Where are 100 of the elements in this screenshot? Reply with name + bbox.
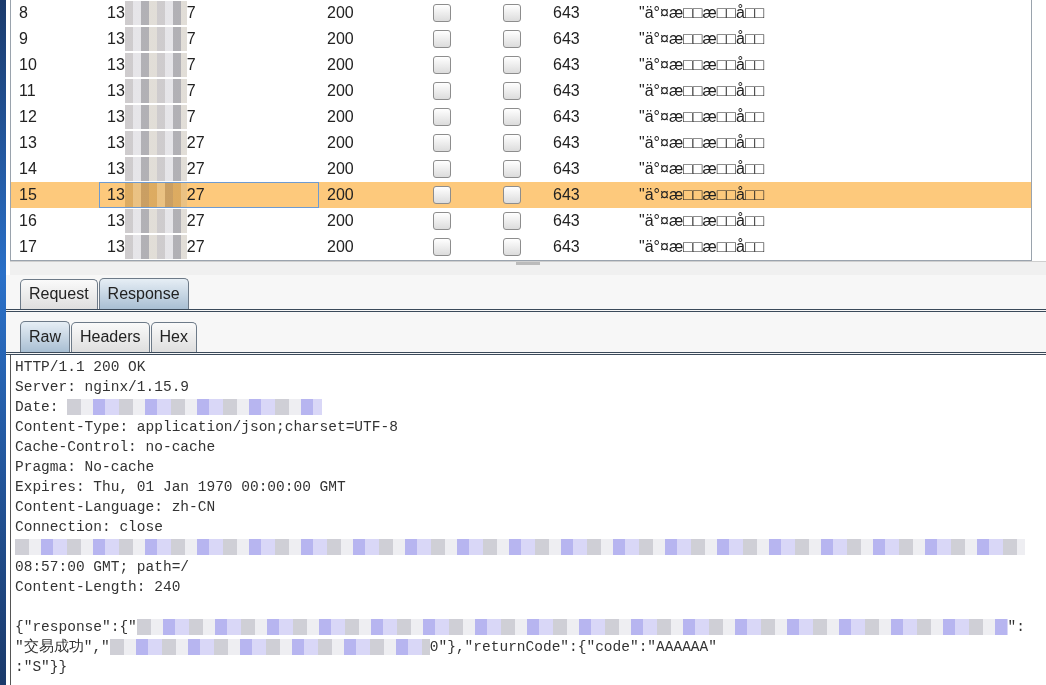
view-tab[interactable]: Hex bbox=[150, 322, 197, 352]
response-text: Pragma: No-cache bbox=[15, 458, 155, 477]
checkbox[interactable] bbox=[433, 4, 451, 22]
text-cell-text: "ä°¤æ□□æ□□å□□ bbox=[638, 211, 766, 231]
length-cell-text: 643 bbox=[552, 159, 581, 179]
checkbox[interactable] bbox=[503, 186, 521, 204]
response-text: Connection: close bbox=[15, 518, 163, 537]
index-cell-text: 12 bbox=[18, 107, 38, 127]
result-row[interactable]: 8 13 7 200 643 "ä°¤æ□□æ□□å□□ bbox=[11, 0, 1031, 26]
response-text: HTTP/1.1 200 OK bbox=[15, 358, 146, 377]
status-cell-text: 200 bbox=[326, 29, 355, 49]
length-cell-text: 643 bbox=[552, 237, 581, 257]
result-row[interactable]: 15 13 27 200 643 "ä°¤æ□□æ□□å□□ bbox=[11, 182, 1031, 208]
response-text: 08:57:00 GMT; path=/ bbox=[15, 558, 190, 577]
index-cell-text: 14 bbox=[18, 159, 38, 179]
length-cell-text: 643 bbox=[552, 3, 581, 23]
length-cell-text: 643 bbox=[552, 81, 581, 101]
checkbox[interactable] bbox=[433, 186, 451, 204]
status-cell-text: 200 bbox=[326, 81, 355, 101]
length-cell-text: 643 bbox=[552, 29, 581, 49]
response-text: :"S"}} bbox=[15, 658, 68, 677]
response-text: {"response":{" bbox=[15, 618, 137, 637]
text-cell-text: "ä°¤æ□□æ□□å□□ bbox=[638, 237, 766, 257]
text-cell-text: "ä°¤æ□□æ□□å□□ bbox=[638, 133, 766, 153]
index-cell-text: 17 bbox=[18, 237, 38, 257]
response-text: Cache-Control: no-cache bbox=[15, 438, 216, 457]
status-cell-text: 200 bbox=[326, 159, 355, 179]
payload-cell: 13 7 bbox=[99, 52, 319, 78]
payload-cell: 13 27 bbox=[99, 130, 319, 156]
payload-cell: 13 7 bbox=[99, 0, 319, 26]
length-cell-text: 643 bbox=[552, 107, 581, 127]
checkbox[interactable] bbox=[433, 134, 451, 152]
result-row[interactable]: 9 13 7 200 643 "ä°¤æ□□æ□□å□□ bbox=[11, 26, 1031, 52]
response-text: Content-Length: 240 bbox=[15, 578, 181, 597]
result-row[interactable]: 11 13 7 200 643 "ä°¤æ□□æ□□å□□ bbox=[11, 78, 1031, 104]
checkbox[interactable] bbox=[433, 82, 451, 100]
view-tab[interactable]: Headers bbox=[71, 322, 150, 352]
text-cell-text: "ä°¤æ□□æ□□å□□ bbox=[638, 81, 766, 101]
status-cell-text: 200 bbox=[326, 107, 355, 127]
payload-cell: 13 27 bbox=[99, 234, 319, 260]
checkbox[interactable] bbox=[503, 82, 521, 100]
result-row[interactable]: 16 13 27 200 643 "ä°¤æ□□æ□□å□□ bbox=[11, 208, 1031, 234]
result-row[interactable]: 12 13 7 200 643 "ä°¤æ□□æ□□å□□ bbox=[11, 104, 1031, 130]
length-cell-text: 643 bbox=[552, 211, 581, 231]
checkbox[interactable] bbox=[433, 108, 451, 126]
index-cell-text: 9 bbox=[18, 29, 29, 49]
status-cell-text: 200 bbox=[326, 3, 355, 23]
status-cell-text: 200 bbox=[326, 237, 355, 257]
checkbox[interactable] bbox=[503, 108, 521, 126]
index-cell-text: 11 bbox=[18, 81, 37, 101]
response-text: Server: nginx/1.15.9 bbox=[15, 378, 190, 397]
status-cell-text: 200 bbox=[326, 55, 355, 75]
result-row[interactable]: 14 13 27 200 643 "ä°¤æ□□æ□□å□□ bbox=[11, 156, 1031, 182]
status-cell-text: 200 bbox=[326, 133, 355, 153]
payload-cell: 13 7 bbox=[99, 78, 319, 104]
checkbox[interactable] bbox=[433, 56, 451, 74]
status-cell-text: 200 bbox=[326, 211, 355, 231]
checkbox[interactable] bbox=[503, 134, 521, 152]
checkbox[interactable] bbox=[503, 56, 521, 74]
message-tab[interactable]: Response bbox=[98, 278, 189, 309]
result-row[interactable]: 13 13 27 200 643 "ä°¤æ□□æ□□å□□ bbox=[11, 130, 1031, 156]
payload-cell: 13 7 bbox=[99, 26, 319, 52]
index-cell-text: 15 bbox=[18, 185, 38, 205]
checkbox[interactable] bbox=[433, 30, 451, 48]
text-cell-text: "ä°¤æ□□æ□□å□□ bbox=[638, 185, 766, 205]
payload-cell: 13 27 bbox=[99, 208, 319, 234]
checkbox[interactable] bbox=[433, 160, 451, 178]
length-cell-text: 643 bbox=[552, 55, 581, 75]
payload-cell: 13 27 bbox=[99, 156, 319, 182]
response-text: Date: bbox=[15, 398, 60, 417]
index-cell-text: 13 bbox=[18, 133, 38, 153]
message-tab[interactable]: Request bbox=[20, 279, 98, 309]
result-row[interactable]: 10 13 7 200 643 "ä°¤æ□□æ□□å□□ bbox=[11, 52, 1031, 78]
text-cell-text: "ä°¤æ□□æ□□å□□ bbox=[638, 159, 766, 179]
text-cell-text: "ä°¤æ□□æ□□å□□ bbox=[638, 3, 766, 23]
length-cell-text: 643 bbox=[552, 185, 581, 205]
response-text: Expires: Thu, 01 Jan 1970 00:00:00 GMT bbox=[15, 478, 346, 497]
index-cell-text: 10 bbox=[18, 55, 38, 75]
result-row[interactable]: 17 13 27 200 643 "ä°¤æ□□æ□□å□□ bbox=[11, 234, 1031, 260]
payload-cell: 13 7 bbox=[99, 104, 319, 130]
response-text: ": bbox=[1007, 618, 1025, 637]
checkbox[interactable] bbox=[433, 212, 451, 230]
response-text: Content-Type: application/json;charset=UTF-8 bbox=[15, 418, 398, 437]
checkbox[interactable] bbox=[503, 30, 521, 48]
length-cell-text: 643 bbox=[552, 133, 581, 153]
view-tab[interactable]: Raw bbox=[20, 321, 70, 352]
checkbox[interactable] bbox=[503, 238, 521, 256]
checkbox[interactable] bbox=[503, 160, 521, 178]
response-text: 0"},"returnCode":{"code":"AAAAAA" bbox=[429, 638, 717, 657]
checkbox[interactable] bbox=[503, 212, 521, 230]
response-text: "交易成功"," bbox=[15, 637, 110, 657]
status-cell-text: 200 bbox=[326, 185, 355, 205]
checkbox[interactable] bbox=[433, 238, 451, 256]
text-cell-text: "ä°¤æ□□æ□□å□□ bbox=[638, 55, 766, 75]
index-cell-text: 8 bbox=[18, 3, 29, 23]
payload-cell: 13 27 bbox=[99, 182, 319, 208]
index-cell-text: 16 bbox=[18, 211, 38, 231]
text-cell-text: "ä°¤æ□□æ□□å□□ bbox=[638, 107, 766, 127]
checkbox[interactable] bbox=[503, 4, 521, 22]
response-text: Content-Language: zh-CN bbox=[15, 498, 216, 517]
